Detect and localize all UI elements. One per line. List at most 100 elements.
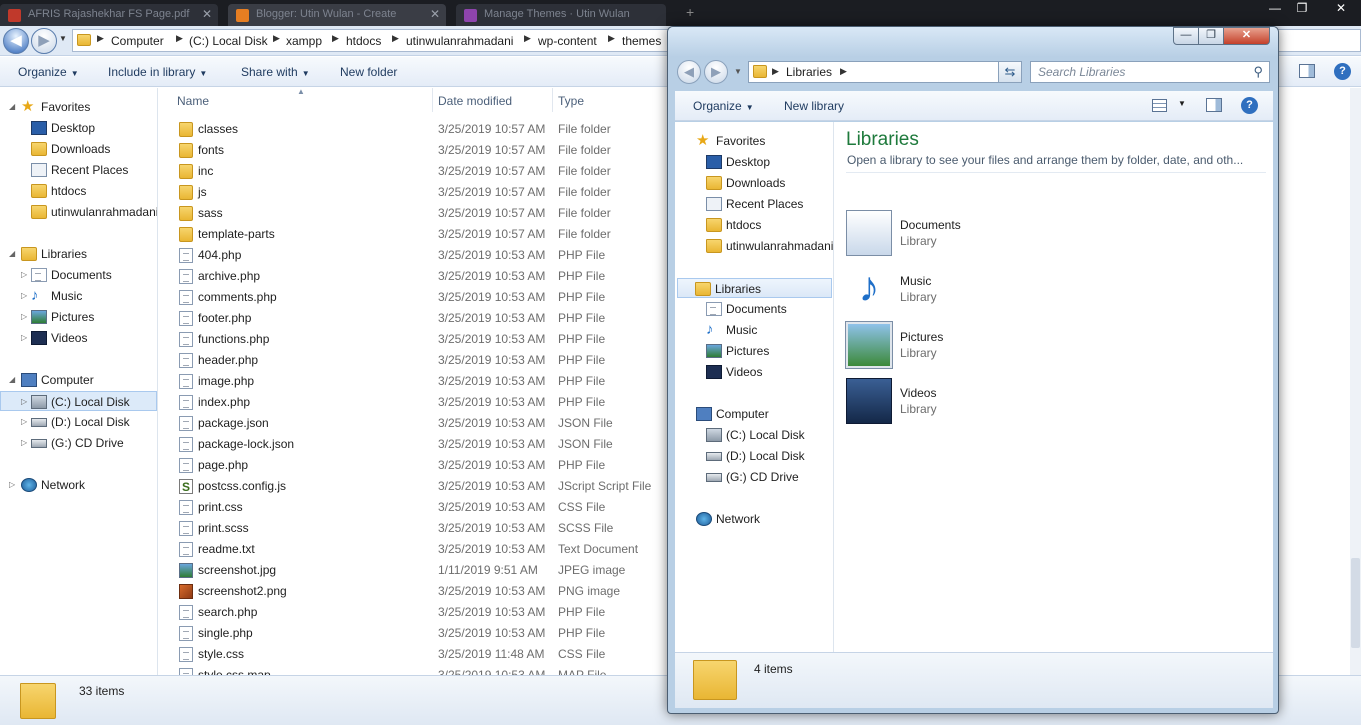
nav-htdocs[interactable]: htdocs (0, 181, 157, 201)
column-resize-handle[interactable] (432, 88, 433, 112)
column-resize-handle[interactable] (552, 88, 553, 112)
breadcrumb-htdocs[interactable]: htdocs (346, 34, 381, 48)
file-row[interactable]: page.php 3/25/2019 10:53 AM PHP File (159, 455, 679, 476)
lib-nav-d-drive[interactable]: (D:) Local Disk (675, 446, 833, 466)
nav-computer[interactable]: ◢ Computer (0, 370, 157, 390)
nav-pictures[interactable]: ▷ Pictures (0, 307, 157, 327)
libraries-title-bar[interactable]: — ❐ ✕ (668, 27, 1278, 57)
file-row[interactable]: single.php 3/25/2019 10:53 AM PHP File (159, 623, 679, 644)
lib-nav-favorites[interactable]: ★ Favorites (675, 131, 833, 151)
nav-music[interactable]: ▷ ♪ Music (0, 286, 157, 306)
nav-documents[interactable]: ▷ Documents (0, 265, 157, 285)
file-row[interactable]: sass 3/25/2019 10:57 AM File folder (159, 203, 679, 224)
file-row[interactable]: header.php 3/25/2019 10:53 AM PHP File (159, 350, 679, 371)
library-documents[interactable]: Documents Library (846, 210, 1146, 260)
chevron-down-icon[interactable]: ▼ (1178, 99, 1186, 108)
file-row[interactable]: comments.php 3/25/2019 10:53 AM PHP File (159, 287, 679, 308)
file-row[interactable]: classes 3/25/2019 10:57 AM File folder (159, 119, 679, 140)
library-pictures[interactable]: Pictures Library (846, 322, 1146, 372)
library-music[interactable]: ♪ Music Library (846, 266, 1146, 316)
file-row[interactable]: search.php 3/25/2019 10:53 AM PHP File (159, 602, 679, 623)
main-close-button[interactable]: ✕ (1328, 0, 1354, 18)
file-row[interactable]: index.php 3/25/2019 10:53 AM PHP File (159, 392, 679, 413)
lib-organize-button[interactable]: Organize ▼ (693, 99, 754, 113)
preview-pane-icon[interactable] (1299, 64, 1315, 78)
lib-address-bar[interactable]: ▶ Libraries ▶ ▼ (748, 61, 1012, 83)
collapsed-arrow-icon[interactable]: ▷ (9, 475, 15, 495)
lib-back-button[interactable]: ◀ (677, 60, 701, 84)
file-row[interactable]: screenshot2.png 3/25/2019 10:53 AM PNG ima… (159, 581, 679, 602)
lib-nav-network[interactable]: Network (675, 509, 833, 529)
organize-button[interactable]: Organize ▼ (18, 65, 79, 79)
lib-help-icon[interactable]: ? (1241, 97, 1258, 114)
file-row[interactable]: fonts 3/25/2019 10:57 AM File folder (159, 140, 679, 161)
main-maximize-button[interactable]: ❐ (1289, 0, 1315, 18)
file-row[interactable]: print.css 3/25/2019 10:53 AM CSS File (159, 497, 679, 518)
file-row[interactable]: package-lock.json 3/25/2019 10:53 AM JSON … (159, 434, 679, 455)
nav-c-drive[interactable]: ▷ (C:) Local Disk (0, 391, 157, 411)
lib-nav-desktop[interactable]: Desktop (675, 152, 833, 172)
scrollbar-thumb[interactable] (1351, 558, 1360, 648)
lib-nav-recent-places[interactable]: Recent Places (675, 194, 833, 214)
search-icon[interactable]: ⚲ (1253, 64, 1263, 80)
breadcrumb-xampp[interactable]: xampp (286, 34, 322, 48)
new-tab-icon[interactable]: + (686, 4, 694, 20)
nav-network[interactable]: ▷ Network (0, 475, 157, 495)
browser-tab-1[interactable]: AFRIS Rajashekhar FS Page.pdf ✕ (0, 4, 218, 26)
breadcrumb-c-drive[interactable]: (C:) Local Disk (189, 34, 268, 48)
main-minimize-button[interactable]: — (1262, 0, 1288, 18)
expand-arrow-icon[interactable]: ◢ (9, 370, 15, 390)
file-row[interactable]: style.css 3/25/2019 11:48 AM CSS File (159, 644, 679, 665)
nav-downloads[interactable]: Downloads (0, 139, 157, 159)
lib-breadcrumb-libraries[interactable]: Libraries (786, 65, 832, 79)
lib-nav-downloads[interactable]: Downloads (675, 173, 833, 193)
collapsed-arrow-icon[interactable]: ▷ (21, 307, 27, 327)
lib-maximize-button[interactable]: ❐ (1198, 27, 1224, 45)
file-row[interactable]: package.json 3/25/2019 10:53 AM JSON File (159, 413, 679, 434)
nav-favorites[interactable]: ◢ ★ Favorites (0, 97, 157, 117)
file-row[interactable]: archive.php 3/25/2019 10:53 AM PHP File (159, 266, 679, 287)
file-row[interactable]: print.scss 3/25/2019 10:53 AM SCSS File (159, 518, 679, 539)
file-row[interactable]: inc 3/25/2019 10:57 AM File folder (159, 161, 679, 182)
column-name[interactable]: Name (177, 94, 209, 108)
lib-minimize-button[interactable]: — (1173, 27, 1199, 45)
breadcrumb-wp-content[interactable]: wp-content (538, 34, 597, 48)
lib-nav-utinwulanrahmadani[interactable]: utinwulanrahmadani (675, 236, 833, 256)
browser-tab-2[interactable]: Blogger: Utin Wulan - Create ✕ (228, 4, 446, 26)
tab-close-icon[interactable]: ✕ (202, 7, 212, 21)
file-row[interactable]: 404.php 3/25/2019 10:53 AM PHP File (159, 245, 679, 266)
file-row[interactable]: template-parts 3/25/2019 10:57 AM File fol… (159, 224, 679, 245)
expand-arrow-icon[interactable]: ◢ (9, 97, 15, 117)
collapsed-arrow-icon[interactable]: ▷ (21, 265, 27, 285)
lib-nav-pictures[interactable]: Pictures (675, 341, 833, 361)
file-row[interactable]: js 3/25/2019 10:57 AM File folder (159, 182, 679, 203)
column-date-modified[interactable]: Date modified (438, 94, 512, 108)
file-row[interactable]: style.css.map 3/25/2019 10:53 AM MAP File (159, 665, 679, 675)
nav-libraries[interactable]: ◢ Libraries (0, 244, 157, 264)
collapsed-arrow-icon[interactable]: ▷ (21, 286, 27, 306)
new-library-button[interactable]: New library (784, 99, 844, 113)
view-options-icon[interactable] (1152, 99, 1167, 112)
breadcrumb-computer[interactable]: Computer (111, 34, 164, 48)
lib-preview-pane-icon[interactable] (1206, 98, 1222, 112)
file-row[interactable]: image.php 3/25/2019 10:53 AM PHP File (159, 371, 679, 392)
lib-nav-htdocs[interactable]: htdocs (675, 215, 833, 235)
nav-desktop[interactable]: Desktop (0, 118, 157, 138)
collapsed-arrow-icon[interactable]: ▷ (21, 392, 27, 412)
collapsed-arrow-icon[interactable]: ▷ (21, 328, 27, 348)
help-icon[interactable]: ? (1334, 63, 1351, 80)
lib-nav-computer[interactable]: Computer (675, 404, 833, 424)
lib-nav-c-drive[interactable]: (C:) Local Disk (675, 425, 833, 445)
column-type[interactable]: Type (558, 94, 584, 108)
lib-nav-libraries[interactable]: Libraries (677, 278, 832, 298)
lib-recent-pages-icon[interactable]: ▼ (734, 67, 742, 76)
browser-tab-3[interactable]: Manage Themes · Utin Wulan (456, 4, 666, 26)
breadcrumb-themes[interactable]: themes (622, 34, 661, 48)
file-row[interactable]: footer.php 3/25/2019 10:53 AM PHP File (159, 308, 679, 329)
lib-nav-g-drive[interactable]: (G:) CD Drive (675, 467, 833, 487)
nav-recent-places[interactable]: Recent Places (0, 160, 157, 180)
back-button[interactable]: ◀ (3, 28, 29, 54)
lib-nav-music[interactable]: ♪ Music (675, 320, 833, 340)
nav-d-drive[interactable]: ▷ (D:) Local Disk (0, 412, 157, 432)
collapsed-arrow-icon[interactable]: ▷ (21, 433, 27, 453)
